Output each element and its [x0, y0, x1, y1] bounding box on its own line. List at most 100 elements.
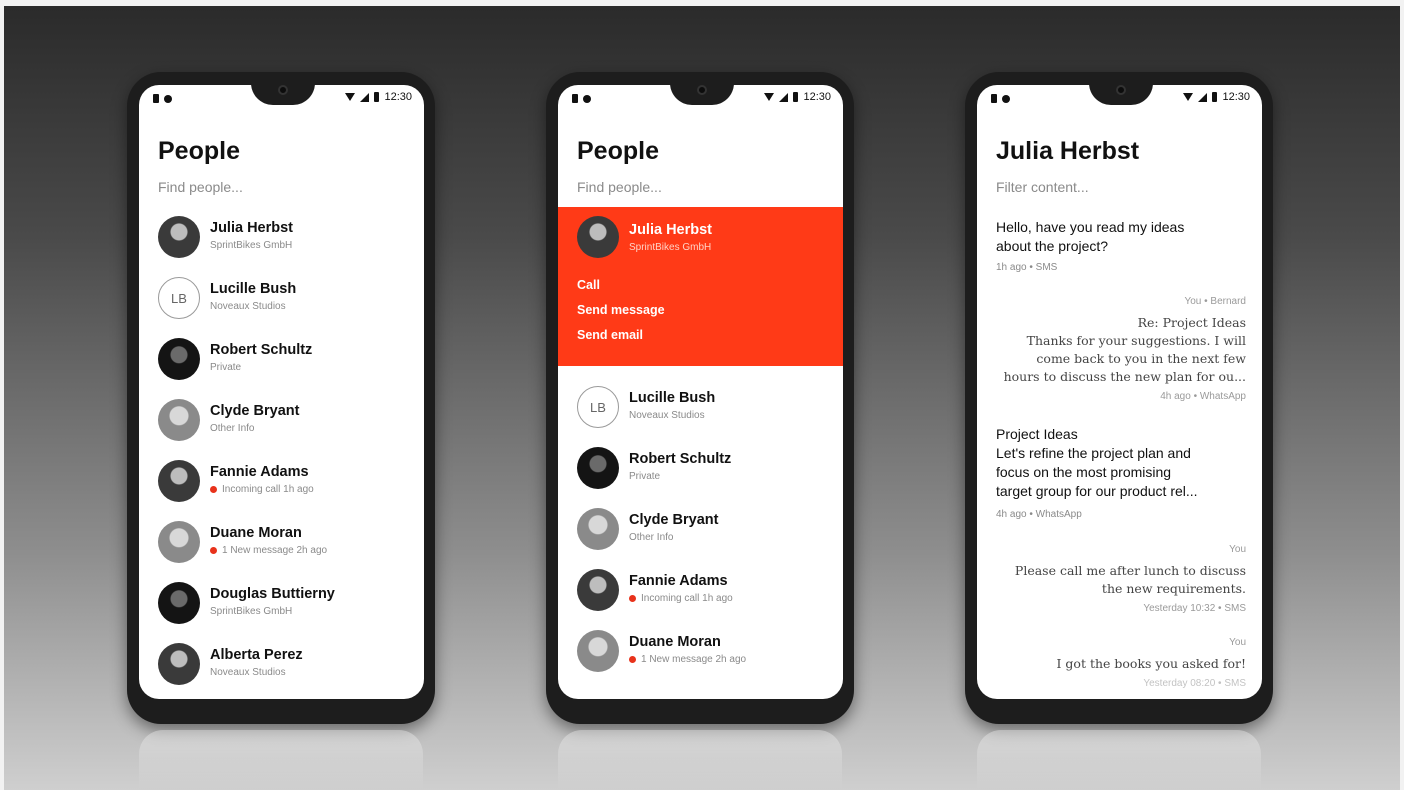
send-email-action[interactable]: Send email	[577, 328, 643, 342]
person-sub: SprintBikes GmbH	[210, 240, 292, 251]
phone-people-expanded: 12:30 People Find people... Julia Herbst…	[546, 72, 854, 724]
call-action[interactable]: Call	[577, 278, 600, 292]
person-name: Julia Herbst	[629, 222, 712, 238]
avatar	[158, 460, 200, 502]
person-sub: Incoming call 1h ago	[210, 484, 314, 495]
list-item[interactable]: Clyde Bryant Other Info	[558, 501, 843, 562]
avatar	[158, 399, 200, 441]
wifi-icon	[764, 93, 775, 101]
page-title: People	[158, 137, 240, 165]
notification-dot-icon	[583, 94, 591, 103]
message-outgoing[interactable]: Please call me after lunch to discuss th…	[1015, 562, 1246, 598]
send-message-action[interactable]: Send message	[577, 303, 665, 317]
list-item[interactable]: LB Lucille Bush Noveaux Studios	[558, 379, 843, 440]
person-name: Douglas Buttierny	[210, 586, 335, 602]
avatar	[158, 216, 200, 258]
notification-dot-icon	[164, 94, 172, 103]
message-line: Project Ideas	[996, 426, 1078, 442]
person-name: Clyde Bryant	[210, 403, 300, 419]
list-item[interactable]: Clyde Bryant Other Info	[139, 392, 424, 453]
avatar	[577, 508, 619, 550]
message-outgoing[interactable]: I got the books you asked for!	[1057, 655, 1246, 673]
person-sub-text: Private	[210, 362, 242, 373]
person-name: Robert Schultz	[629, 451, 732, 467]
avatar	[158, 582, 200, 624]
list-item[interactable]: Julia Herbst SprintBikes GmbH	[139, 209, 424, 270]
message-line: focus on the most promising	[996, 464, 1172, 480]
message-line: about the project?	[996, 238, 1109, 254]
list-item[interactable]: Douglas Buttierny SprintBikes GmbH	[139, 575, 424, 636]
phone-screen: 12:30 People Find people... Julia Herbst…	[558, 85, 843, 699]
status-right-icons: 12:30	[345, 91, 412, 103]
phone-reflection	[977, 730, 1261, 790]
message-incoming[interactable]: Project Ideas Let's refine the project p…	[996, 425, 1198, 501]
signal-icon	[1198, 92, 1208, 102]
phone-reflection	[558, 730, 842, 790]
filter-input[interactable]: Filter content...	[996, 179, 1089, 195]
person-sub-text: Noveaux Studios	[210, 667, 286, 678]
list-item[interactable]: Robert Schultz Private	[139, 331, 424, 392]
notch	[1089, 85, 1153, 105]
notification-dot-icon	[1002, 94, 1010, 103]
person-sub: Private	[210, 362, 241, 373]
expanded-contact-card[interactable]: Julia Herbst SprintBikes GmbH Call Send …	[558, 207, 843, 366]
message-header: You • Bernard	[1184, 296, 1246, 307]
person-name: Duane Moran	[210, 525, 302, 541]
people-list: Julia Herbst SprintBikes GmbH LB Lucille…	[139, 209, 424, 697]
status-time: 12:30	[803, 91, 831, 103]
people-list: LB Lucille Bush Noveaux Studios Robert S…	[558, 379, 843, 684]
avatar	[577, 216, 619, 258]
message-line: Re: Project Ideas	[1137, 315, 1246, 330]
person-sub: Noveaux Studios	[210, 301, 286, 312]
avatar	[158, 643, 200, 685]
person-sub: Other Info	[210, 423, 254, 434]
person-sub: Private	[629, 471, 660, 482]
person-sub: Noveaux Studios	[210, 667, 286, 678]
person-sub-text: Noveaux Studios	[210, 301, 286, 312]
search-input[interactable]: Find people...	[577, 179, 662, 195]
person-sub-text: Other Info	[629, 532, 674, 543]
avatar: LB	[577, 386, 619, 428]
message-header: You	[1229, 637, 1246, 648]
message-header: You	[1229, 544, 1246, 555]
alert-dot-icon	[629, 656, 636, 663]
person-sub-text: 1 New message 2h ago	[222, 545, 328, 556]
person-sub: Other Info	[629, 532, 673, 543]
person-sub: Noveaux Studios	[629, 410, 705, 421]
list-item[interactable]: Duane Moran 1 New message 2h ago	[139, 514, 424, 575]
status-time: 12:30	[1222, 91, 1250, 103]
search-input[interactable]: Find people...	[158, 179, 243, 195]
message-meta: 4h ago • WhatsApp	[996, 509, 1082, 520]
person-sub-text: 1 New message 2h ago	[641, 654, 747, 665]
list-item[interactable]: Fannie Adams Incoming call 1h ago	[139, 453, 424, 514]
person-name: Fannie Adams	[210, 464, 309, 480]
message-line: hours to discuss the new plan for ou...	[1003, 369, 1246, 384]
sim-icon	[991, 94, 997, 103]
message-meta: Yesterday 08:20 • SMS	[1143, 678, 1246, 689]
message-meta: 1h ago • SMS	[996, 262, 1058, 273]
message-line: Thanks for your suggestions. I will	[1026, 333, 1246, 348]
list-item[interactable]: Duane Moran 1 New message 2h ago	[558, 623, 843, 684]
frame-edge-top	[0, 0, 1404, 6]
message-meta: Yesterday 10:32 • SMS	[1143, 603, 1246, 614]
message-line: Please call me after lunch to discuss	[1014, 563, 1246, 578]
list-item[interactable]: LB Lucille Bush Noveaux Studios	[139, 270, 424, 331]
person-name: Fannie Adams	[629, 573, 728, 589]
alert-dot-icon	[210, 486, 217, 493]
person-name: Clyde Bryant	[629, 512, 719, 528]
message-incoming[interactable]: Hello, have you read my ideas about the …	[996, 218, 1184, 256]
message-outgoing[interactable]: Re: Project Ideas Thanks for your sugges…	[1004, 314, 1246, 386]
wifi-icon	[1183, 93, 1194, 101]
status-right-icons: 12:30	[764, 91, 831, 103]
signal-icon	[779, 92, 789, 102]
message-line: I got the books you asked for!	[1056, 656, 1246, 671]
person-sub-text: SprintBikes GmbH	[629, 242, 712, 253]
list-item[interactable]: Alberta Perez Noveaux Studios	[139, 636, 424, 697]
person-sub-text: Incoming call 1h ago	[222, 484, 314, 495]
phone-people-list: 12:30 People Find people... Julia Herbst…	[127, 72, 435, 724]
list-item[interactable]: Fannie Adams Incoming call 1h ago	[558, 562, 843, 623]
person-name: Robert Schultz	[210, 342, 313, 358]
status-left-icons	[991, 94, 1010, 103]
list-item[interactable]: Robert Schultz Private	[558, 440, 843, 501]
phone-conversation: 12:30 Julia Herbst Filter content... Hel…	[965, 72, 1273, 724]
